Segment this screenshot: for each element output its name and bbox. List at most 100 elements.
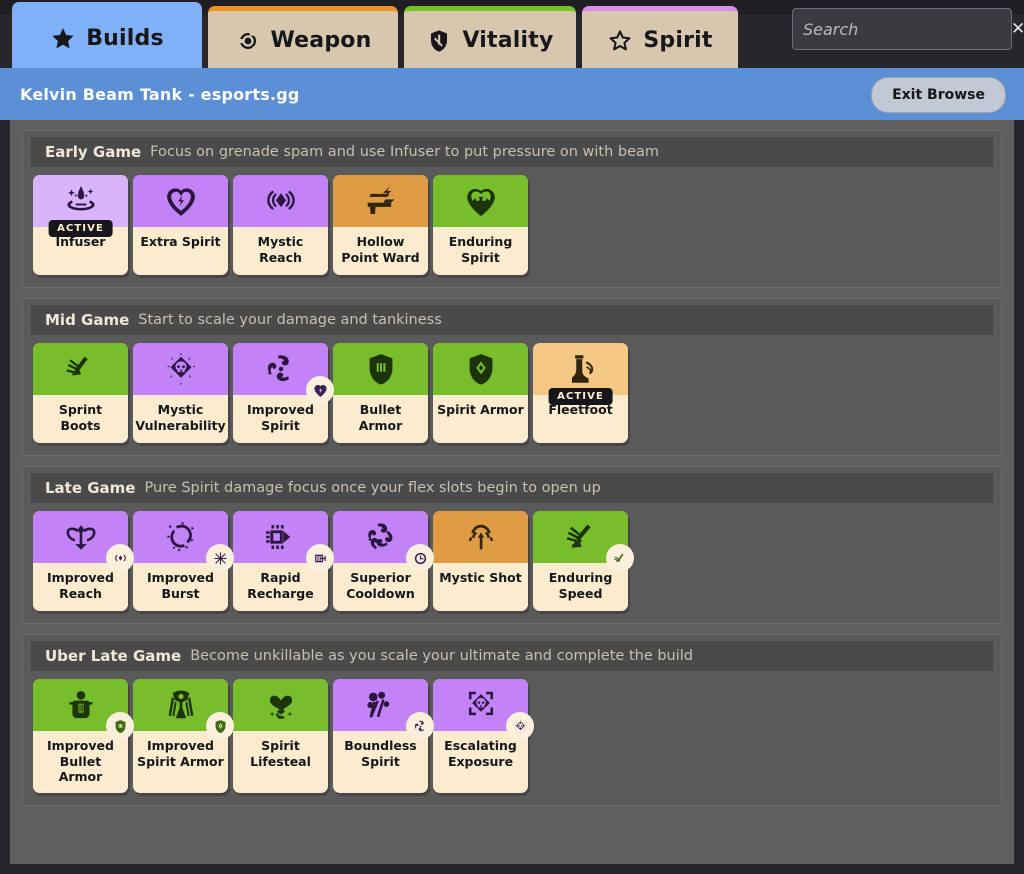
item-card[interactable]: Sprint Boots — [33, 343, 128, 443]
sprint-icon-badge — [606, 544, 634, 572]
shield-spirit-icon — [462, 350, 500, 388]
tab-builds[interactable]: Builds — [12, 2, 202, 70]
burst-ring-icon — [162, 518, 200, 556]
item-row: Improved Bullet ArmorImproved Spirit Arm… — [31, 671, 993, 797]
shield-icon — [426, 28, 452, 54]
section-description: Pure Spirit damage focus once your flex … — [144, 480, 600, 496]
section-header: Mid Game Start to scale your damage and t… — [31, 305, 993, 335]
section-header: Uber Late Game Become unkillable as you s… — [31, 641, 993, 671]
item-name: Mystic Shot — [433, 563, 528, 611]
armored-torso-icon — [62, 686, 100, 724]
item-card[interactable]: Superior Cooldown — [333, 511, 428, 611]
item-art — [133, 175, 228, 227]
item-card[interactable]: Rapid Recharge — [233, 511, 328, 611]
burst-tree-icon — [462, 518, 500, 556]
winged-foot-icon — [562, 518, 600, 556]
item-art — [433, 175, 528, 227]
item-art — [433, 511, 528, 563]
build-section: Early GameFocus on grenade spam and use … — [22, 130, 1002, 288]
build-title-bar: Kelvin Beam Tank - esports.gg Exit Brows… — [0, 68, 1024, 120]
item-art — [133, 343, 228, 395]
section-header: Late Game Pure Spirit damage focus once y… — [31, 473, 993, 503]
item-art — [533, 511, 628, 563]
item-card[interactable]: Improved Spirit — [233, 343, 328, 443]
section-title: Uber Late Game — [45, 647, 181, 665]
close-icon[interactable]: ✕ — [1011, 9, 1024, 49]
item-row: ACTIVEInfuserExtra SpiritMystic ReachHol… — [31, 167, 993, 279]
item-card[interactable]: Escalating Exposure — [433, 679, 528, 793]
item-art — [133, 511, 228, 563]
item-card[interactable]: Boundless Spirit — [333, 679, 428, 793]
item-card[interactable]: ACTIVEFleetfoot — [533, 343, 628, 443]
item-art — [433, 343, 528, 395]
search-box[interactable]: ✕ — [792, 8, 1012, 50]
shield-bullets-icon-badge — [106, 712, 134, 740]
item-card[interactable]: Spirit Armor — [433, 343, 528, 443]
build-section: Uber Late Game Become unkillable as you s… — [22, 634, 1002, 806]
tab-spirit-label: Spirit — [643, 28, 712, 53]
item-card[interactable]: Mystic Reach — [233, 175, 328, 275]
infuser-icon — [62, 182, 100, 220]
item-art — [33, 343, 128, 395]
item-card[interactable]: ACTIVEInfuser — [33, 175, 128, 275]
item-card[interactable]: Enduring Speed — [533, 511, 628, 611]
item-name: Hollow Point Ward — [333, 227, 428, 275]
item-card[interactable]: Hollow Point Ward — [333, 175, 428, 275]
section-title: Mid Game — [45, 311, 129, 329]
heart-hourglass-icon — [262, 686, 300, 724]
heart-wings-icon — [462, 182, 500, 220]
swirl-knot-icon — [362, 518, 400, 556]
skull-diamond-icon — [162, 350, 200, 388]
tab-weapon-label: Weapon — [271, 28, 372, 53]
item-card[interactable]: Mystic Vulnerability — [133, 343, 228, 443]
ammo-plus-icon-badge — [306, 544, 334, 572]
tab-spirit[interactable]: Spirit — [582, 6, 738, 70]
item-card[interactable]: Mystic Shot — [433, 511, 528, 611]
item-art — [33, 679, 128, 731]
item-art — [233, 679, 328, 731]
tab-builds-label: Builds — [86, 26, 164, 51]
section-title: Late Game — [45, 479, 135, 497]
armor-spirit-icon — [162, 686, 200, 724]
item-art: ACTIVE — [533, 343, 628, 395]
item-card[interactable]: Extra Spirit — [133, 175, 228, 275]
item-name: Spirit Armor — [433, 395, 528, 443]
section-description: Become unkillable as you scale your ulti… — [190, 648, 693, 664]
skull-diamond-icon-badge — [506, 712, 534, 740]
item-art — [333, 175, 428, 227]
item-art — [33, 511, 128, 563]
item-art — [333, 679, 428, 731]
spark-icon-badge — [206, 544, 234, 572]
item-art — [233, 175, 328, 227]
tab-vitality-label: Vitality — [462, 28, 553, 53]
boot-speed-icon — [62, 350, 100, 388]
pistol-bolt-icon — [362, 182, 400, 220]
build-section: Mid Game Start to scale your damage and t… — [22, 298, 1002, 456]
chip-arrow-icon — [262, 518, 300, 556]
weapon-icon — [235, 28, 261, 54]
search-input[interactable] — [793, 20, 1011, 39]
item-card[interactable]: Improved Spirit Armor — [133, 679, 228, 793]
item-card[interactable]: Bullet Armor — [333, 343, 428, 443]
item-card[interactable]: Improved Burst — [133, 511, 228, 611]
item-name: Spirit Lifesteal — [233, 731, 328, 779]
section-description: Start to scale your damage and tankiness — [138, 312, 442, 328]
page-title: Kelvin Beam Tank - esports.gg — [20, 85, 300, 104]
tab-vitality[interactable]: Vitality — [404, 6, 576, 70]
skull-bracket-icon — [462, 686, 500, 724]
item-card[interactable]: Spirit Lifesteal — [233, 679, 328, 793]
item-name: Sprint Boots — [33, 395, 128, 443]
item-card[interactable]: Improved Bullet Armor — [33, 679, 128, 793]
star-icon — [50, 26, 76, 52]
exit-browse-button[interactable]: Exit Browse — [871, 77, 1006, 113]
item-card[interactable]: Enduring Spirit — [433, 175, 528, 275]
winged-boot-icon — [562, 350, 600, 388]
item-art — [233, 343, 328, 395]
app-root: Builds Weapon Vitality — [0, 0, 1024, 874]
item-row: Sprint BootsMystic VulnerabilityImproved… — [31, 335, 993, 447]
item-art — [133, 679, 228, 731]
item-art — [233, 511, 328, 563]
tab-weapon[interactable]: Weapon — [208, 6, 398, 70]
item-card[interactable]: Improved Reach — [33, 511, 128, 611]
item-name: Mystic Reach — [233, 227, 328, 275]
